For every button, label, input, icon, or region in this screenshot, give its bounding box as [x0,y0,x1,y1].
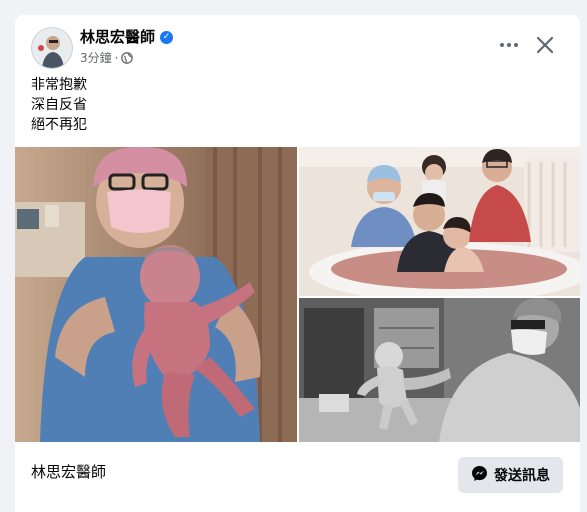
post-body: 非常抱歉 深自反省 絕不再犯 [31,75,87,135]
post-meta: 3分鐘 · [80,50,134,66]
author-name-label[interactable]: 林思宏醫師 [80,27,155,47]
meta-separator: · [114,51,119,65]
page-name[interactable]: 林思宏醫師 [31,462,106,482]
verified-badge-icon: ✓ [160,30,174,44]
photo-family-birth-pool[interactable] [299,147,580,296]
photo-doctor-holding-newborn[interactable] [15,147,297,442]
photo-doctor-bw-newborn[interactable] [299,298,580,442]
post-timestamp[interactable]: 3分鐘 [80,50,112,66]
post-line: 絕不再犯 [31,117,87,133]
photo-grid [15,147,580,442]
author-avatar[interactable] [31,27,73,69]
post-line: 深自反省 [31,97,87,113]
messenger-icon [471,465,488,486]
author-name[interactable]: 林思宏醫師 ✓ [80,27,174,47]
send-message-button[interactable]: 發送訊息 [458,457,563,493]
globe-icon [121,52,134,64]
close-icon[interactable] [533,33,557,57]
send-message-label: 發送訊息 [494,468,550,484]
post-line: 非常抱歉 [31,77,87,93]
post-footer: 林思宏醫師 發送訊息 [15,442,580,512]
post-card: 林思宏醫師 ✓ 3分鐘 · 非常抱歉 深自反省 絕不再犯 林思宏醫師 發送訊息 [15,15,580,512]
more-options-icon[interactable] [496,35,522,55]
